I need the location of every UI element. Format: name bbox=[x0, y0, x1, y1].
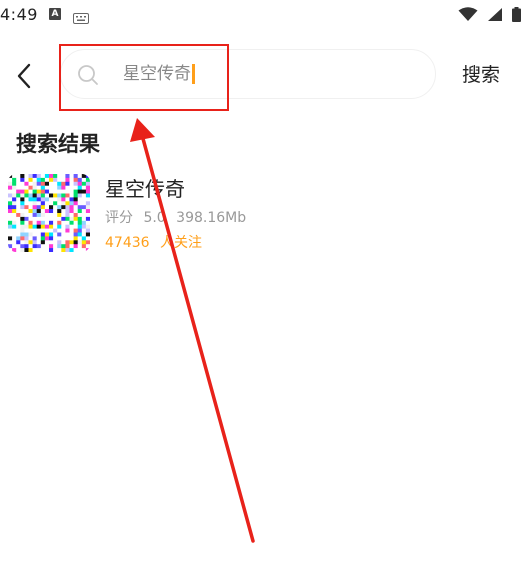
keyboard-icon bbox=[73, 9, 89, 28]
annotation-highlight-box bbox=[59, 44, 229, 111]
app-meta: 评分 5.0 398.16Mb bbox=[105, 207, 246, 227]
app-followers: 47436 人关注 bbox=[105, 232, 202, 252]
follower-suffix: 人关注 bbox=[160, 235, 202, 251]
status-bar: 4:49 A bbox=[0, 0, 531, 30]
app-thumbnail bbox=[8, 174, 90, 252]
results-title: 搜索结果 bbox=[16, 132, 100, 156]
app-name: 星空传奇 bbox=[105, 177, 185, 201]
status-icons bbox=[454, 7, 521, 26]
app-size: 398.16Mb bbox=[176, 210, 247, 226]
result-item[interactable]: 星空传奇 评分 5.0 398.16Mb 47436 人关注 bbox=[8, 172, 508, 254]
battery-icon bbox=[512, 7, 521, 22]
follower-count: 47436 bbox=[105, 235, 150, 251]
wifi-icon bbox=[458, 7, 478, 21]
back-button[interactable] bbox=[8, 58, 40, 94]
rating-value: 5.0 bbox=[143, 210, 166, 226]
status-time: 4:49 bbox=[0, 5, 38, 24]
accessibility-a-icon: A bbox=[49, 8, 61, 20]
signal-icon bbox=[487, 8, 502, 21]
rating-label: 评分 bbox=[105, 210, 133, 226]
chevron-left-icon bbox=[17, 63, 31, 89]
search-button[interactable]: 搜索 bbox=[462, 60, 500, 90]
